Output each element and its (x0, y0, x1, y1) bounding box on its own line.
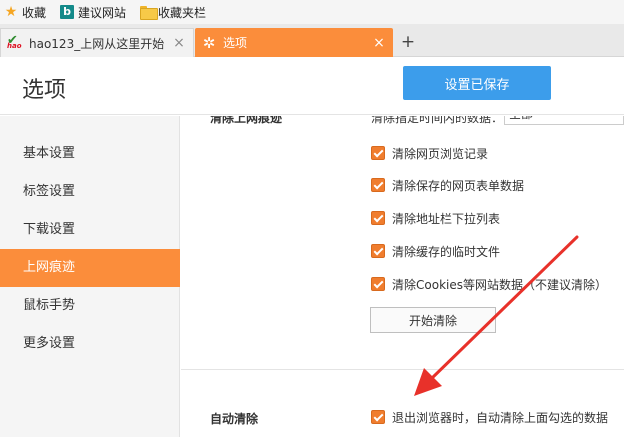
start-clear-button[interactable]: 开始清除 (370, 307, 496, 333)
checkbox-label: 清除地址栏下拉列表 (392, 211, 501, 226)
bookmark-favorites-bar[interactable]: 收藏夹栏 (140, 0, 206, 24)
page-title: 选项 (22, 78, 67, 103)
bookmark-label: 建议网站 (78, 5, 127, 20)
new-tab-button[interactable]: + (399, 32, 417, 52)
clear-range-label: 清除指定时间内的数据： (371, 116, 504, 125)
checkbox-checked-icon (371, 211, 385, 225)
sidebar-item-browsing-traces[interactable]: 上网痕迹 (0, 249, 180, 287)
checkbox-clear-address-dropdown[interactable]: 清除地址栏下拉列表 (371, 209, 500, 227)
tab-title: hao123_上网从这里开始 (29, 36, 165, 51)
section-divider (181, 369, 624, 370)
checkbox-clear-cache[interactable]: 清除缓存的临时文件 (371, 242, 500, 260)
options-header: 选项 设置已保存 (0, 57, 624, 115)
sidebar-item-download[interactable]: 下载设置 (0, 211, 180, 249)
checkbox-label: 清除Cookies等网站数据（不建议清除） (392, 277, 607, 292)
tab-options[interactable]: ✲ 选项 × (195, 28, 393, 57)
checkbox-checked-icon (371, 244, 385, 258)
bookmark-label: 收藏夹栏 (158, 5, 207, 20)
close-icon[interactable]: × (371, 35, 387, 51)
bookmark-suggested-sites[interactable]: b 建议网站 (60, 0, 126, 24)
options-content: 清除上网痕迹 清除指定时间内的数据： 全部 清除网页浏览记录 清除保存的网页表单… (181, 116, 624, 437)
checkbox-clear-form-data[interactable]: 清除保存的网页表单数据 (371, 176, 524, 194)
section-title-clear-traces: 清除上网痕迹 (210, 116, 283, 125)
section-title-auto-clear: 自动清除 (210, 412, 259, 426)
tab-bar: ✔ hao hao123_上网从这里开始 × ✲ 选项 × + (0, 24, 624, 57)
checkbox-checked-icon (371, 178, 385, 192)
bookmark-label: 收藏 (22, 5, 47, 20)
star-icon: ★ (4, 4, 18, 20)
sidebar-item-basic[interactable]: 基本设置 (0, 135, 180, 173)
checkbox-checked-icon (371, 410, 385, 424)
folder-icon (140, 5, 159, 20)
checkbox-label: 清除网页浏览记录 (392, 146, 489, 161)
checkbox-label: 清除保存的网页表单数据 (392, 178, 525, 193)
tab-hao123[interactable]: ✔ hao hao123_上网从这里开始 × (0, 28, 194, 57)
options-sidebar: 基本设置 标签设置 下载设置 上网痕迹 鼠标手势 更多设置 (0, 116, 180, 437)
clear-range-select[interactable]: 全部 (504, 116, 624, 125)
bookmark-favorites[interactable]: ★ 收藏 (4, 0, 46, 24)
checkbox-label: 清除缓存的临时文件 (392, 244, 501, 259)
hao123-logo-icon: ✔ hao (7, 33, 22, 50)
checkbox-auto-clear-on-exit[interactable]: 退出浏览器时，自动清除上面勾选的数据 (371, 408, 608, 426)
tab-title: 选项 (223, 36, 248, 50)
bing-icon: b (60, 5, 75, 19)
checkbox-checked-icon (371, 277, 385, 291)
checkbox-clear-history[interactable]: 清除网页浏览记录 (371, 144, 488, 162)
checkbox-checked-icon (371, 146, 385, 160)
sidebar-item-mouse-gestures[interactable]: 鼠标手势 (0, 287, 180, 325)
settings-saved-button[interactable]: 设置已保存 (403, 66, 551, 100)
checkbox-label: 退出浏览器时，自动清除上面勾选的数据 (392, 410, 609, 425)
gear-icon: ✲ (202, 33, 216, 52)
bookmarks-bar: ★ 收藏 b 建议网站 收藏夹栏 (0, 0, 624, 24)
checkbox-clear-cookies[interactable]: 清除Cookies等网站数据（不建议清除） (371, 275, 607, 293)
sidebar-item-tabs[interactable]: 标签设置 (0, 173, 180, 211)
close-icon[interactable]: × (171, 35, 187, 51)
sidebar-item-more[interactable]: 更多设置 (0, 325, 180, 363)
